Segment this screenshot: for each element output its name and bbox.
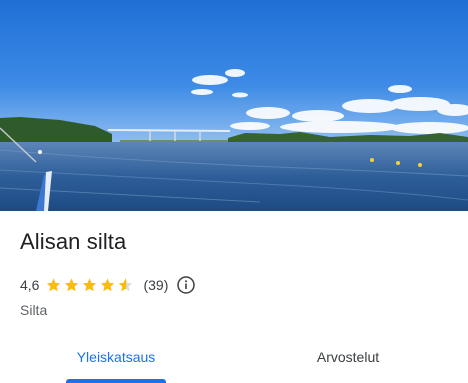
info-icon[interactable] [176,275,196,295]
review-count[interactable]: (39) [143,277,168,293]
place-category[interactable]: Silta [20,302,47,318]
place-title: Alisan silta [20,229,127,254]
rating-value: 4,6 [20,277,40,293]
star-icon [65,278,79,292]
star-icon [47,278,61,292]
star-icon [101,278,115,292]
tab-bar: Yleiskatsaus Arvostelut [0,336,468,383]
rating-stars [45,277,135,293]
place-photo[interactable] [0,0,468,211]
rating-row: 4,6 (39) [20,275,196,295]
star-half-icon [119,278,133,292]
active-tab-indicator [66,379,166,383]
tab-reviews[interactable]: Arvostelut [280,336,416,383]
tab-overview[interactable]: Yleiskatsaus [48,336,184,383]
star-icon [83,278,97,292]
lake-bridge-photo [0,0,468,211]
